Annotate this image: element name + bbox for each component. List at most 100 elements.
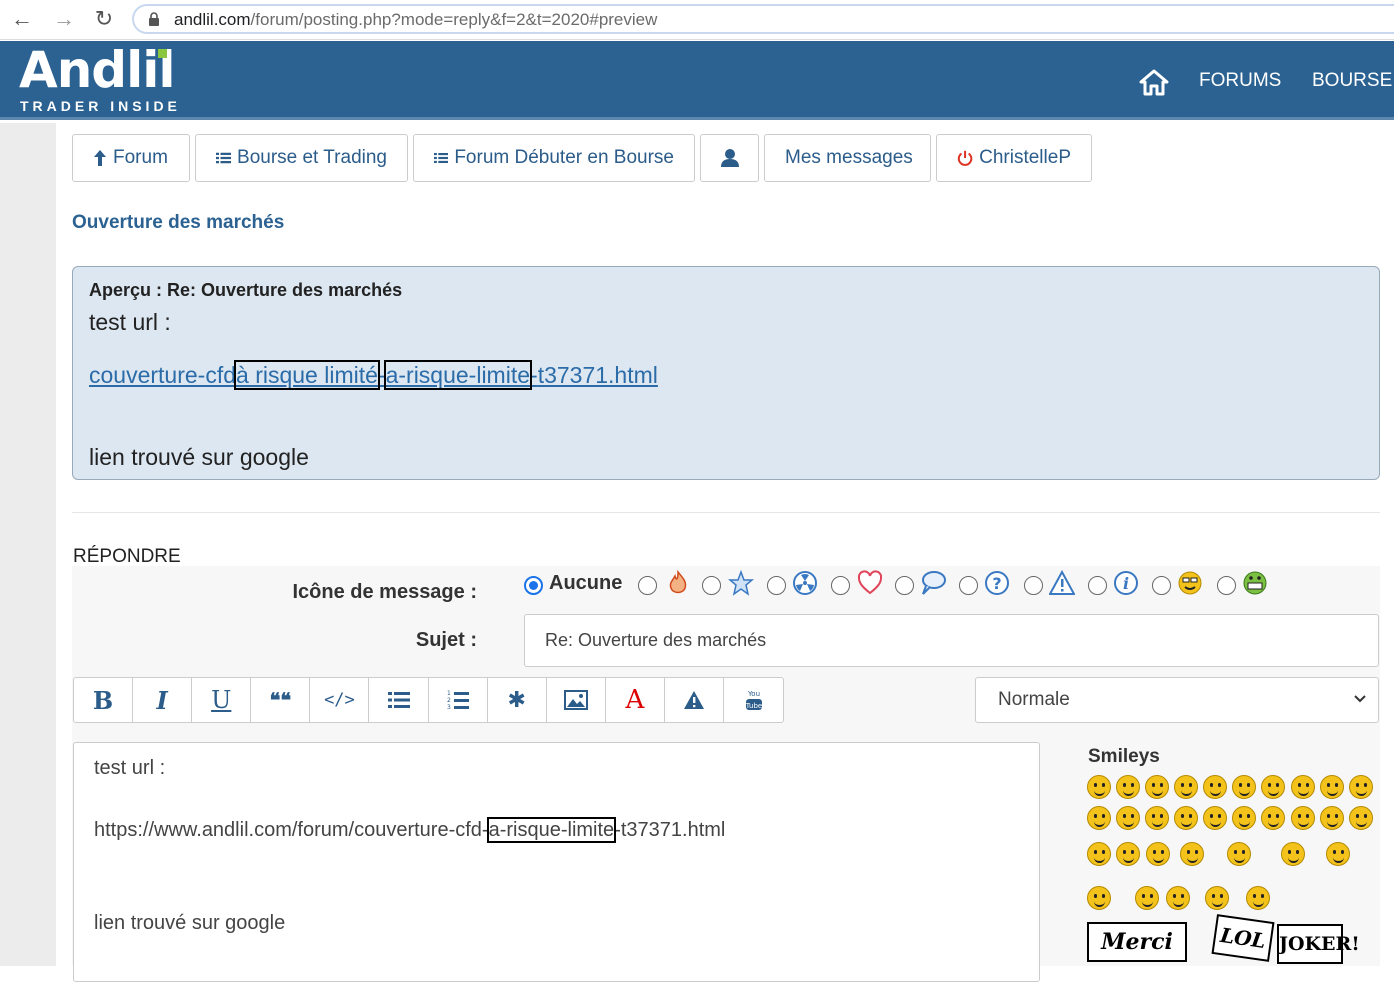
address-bar[interactable]: andlil.com/forum/posting.php?mode=reply&… <box>132 4 1394 34</box>
image-button[interactable] <box>547 678 606 722</box>
site-header: Andlil TRADER INSIDE FORUMS BOURSE <box>0 41 1394 120</box>
svg-text:i: i <box>1123 574 1129 593</box>
preview-link-highlight[interactable]: a-risque-limite <box>383 360 533 390</box>
icon-radio[interactable] <box>1024 576 1043 595</box>
svg-text:1: 1 <box>447 690 451 697</box>
smiley-icon[interactable] <box>1261 806 1285 830</box>
forum-button[interactable]: Forum <box>72 134 190 182</box>
smiley-icon[interactable] <box>1116 775 1140 799</box>
icon-radio[interactable] <box>895 576 914 595</box>
icon-radio[interactable] <box>638 576 657 595</box>
smiley-icon[interactable] <box>1116 806 1140 830</box>
back-icon[interactable]: ← <box>8 6 36 34</box>
smiley-icon[interactable] <box>1203 775 1227 799</box>
smiley-icon[interactable] <box>1349 775 1373 799</box>
smiley-icon[interactable] <box>1135 886 1159 910</box>
forum-button-label: Forum <box>113 147 168 168</box>
mes-messages-button[interactable]: Mes messages <box>764 134 931 182</box>
smiley-icon[interactable] <box>1326 842 1350 866</box>
reload-icon[interactable]: ↻ <box>90 6 118 34</box>
bourse-trading-label: Bourse et Trading <box>237 147 387 168</box>
list-button[interactable] <box>369 678 429 722</box>
youtube-button[interactable]: You Tube <box>724 678 783 722</box>
smiley-icon[interactable] <box>1320 806 1344 830</box>
smiley-icon[interactable] <box>1232 775 1256 799</box>
smiley-icon[interactable] <box>1203 806 1227 830</box>
smiley-icon[interactable] <box>1349 806 1373 830</box>
bold-button[interactable]: B <box>74 678 134 722</box>
warning-icon <box>1049 570 1075 595</box>
italic-button[interactable]: I <box>133 678 193 722</box>
smiley-icon[interactable] <box>1145 806 1169 830</box>
smiley-icon[interactable] <box>1166 886 1190 910</box>
topic-title[interactable]: Ouverture des marchés <box>72 212 284 234</box>
warning-icon <box>683 691 704 709</box>
bourse-trading-button[interactable]: Bourse et Trading <box>195 134 408 182</box>
reply-title: RÉPONDRE <box>73 546 181 567</box>
smiley-icon[interactable] <box>1291 806 1315 830</box>
editor-url-line: https://www.andlil.com/forum/couverture-… <box>94 817 726 843</box>
smiley-icon[interactable] <box>1261 775 1285 799</box>
smiley-icon[interactable] <box>1146 842 1170 866</box>
forward-icon[interactable]: → <box>50 6 78 34</box>
home-icon[interactable] <box>1138 68 1170 96</box>
code-button[interactable]: </> <box>310 678 370 722</box>
message-textarea[interactable]: test url : https://www.andlil.com/forum/… <box>73 742 1040 982</box>
color-button[interactable]: A <box>606 678 665 722</box>
warning-button[interactable] <box>665 678 725 722</box>
image-icon <box>563 690 588 710</box>
smiley-icon[interactable] <box>1174 775 1198 799</box>
smiley-icon[interactable] <box>1174 806 1198 830</box>
logout-button[interactable]: ChristelleP <box>936 134 1092 182</box>
smiley-icon[interactable] <box>1087 806 1111 830</box>
logo-tagline: TRADER INSIDE <box>20 98 181 114</box>
smiley-icon[interactable] <box>1145 775 1169 799</box>
speech-bubble-icon <box>922 571 946 595</box>
preview-link-part[interactable]: t37371.html <box>538 362 658 388</box>
bourse-link[interactable]: BOURSE <box>1312 70 1392 92</box>
icon-radio[interactable] <box>831 576 850 595</box>
smiley-icon[interactable] <box>1246 886 1270 910</box>
subject-input[interactable]: Re: Ouverture des marchés <box>524 614 1379 667</box>
smiley-icon[interactable] <box>1116 842 1140 866</box>
smiley-icon[interactable] <box>1087 775 1111 799</box>
icon-radio[interactable] <box>1088 576 1107 595</box>
list-item-button[interactable]: ✱ <box>488 678 547 722</box>
smiley-icon[interactable] <box>1227 842 1251 866</box>
logo-dot <box>158 49 167 58</box>
joker-smiley[interactable]: JOKER! <box>1277 924 1360 964</box>
fire-icon <box>669 570 687 594</box>
numbered-list-button[interactable]: 123 <box>429 678 488 722</box>
site-logo[interactable]: Andlil <box>19 41 175 99</box>
preview-text-line: lien trouvé sur google <box>89 444 309 470</box>
font-size-select[interactable]: Normale <box>975 677 1379 723</box>
preview-link-highlight[interactable]: à risque limité <box>234 360 380 390</box>
underline-button[interactable]: U <box>192 678 252 722</box>
username-label: ChristelleP <box>979 147 1071 168</box>
quote-button[interactable]: ❝❝ <box>251 678 311 722</box>
icon-radio[interactable] <box>767 576 786 595</box>
preview-link-part[interactable]: couverture-cfd <box>89 362 236 388</box>
preview-link[interactable]: couverture-cfdà risque limité-a-risque-l… <box>89 360 658 390</box>
smiley-icon[interactable] <box>1087 842 1111 866</box>
profile-button[interactable] <box>700 134 759 182</box>
forum-debuter-button[interactable]: Forum Débuter en Bourse <box>413 134 695 182</box>
icon-radio[interactable] <box>1152 576 1171 595</box>
numbered-list-icon: 123 <box>447 690 469 710</box>
smiley-icon[interactable] <box>1291 775 1315 799</box>
arrow-up-icon <box>94 150 106 166</box>
lol-smiley[interactable]: LOL <box>1211 914 1275 962</box>
icon-radio[interactable] <box>702 576 721 595</box>
icon-radio-none[interactable] <box>524 576 543 595</box>
smiley-icon[interactable] <box>1320 775 1344 799</box>
smiley-icon[interactable] <box>1205 886 1229 910</box>
icon-radio[interactable] <box>1217 576 1236 595</box>
divider <box>72 512 1380 513</box>
smiley-icon[interactable] <box>1087 886 1111 910</box>
smiley-icon[interactable] <box>1281 842 1305 866</box>
forums-link[interactable]: FORUMS <box>1199 70 1281 92</box>
smiley-icon[interactable] <box>1232 806 1256 830</box>
merci-smiley[interactable]: Merci <box>1087 922 1187 962</box>
icon-radio[interactable] <box>959 576 978 595</box>
smiley-icon[interactable] <box>1180 842 1204 866</box>
